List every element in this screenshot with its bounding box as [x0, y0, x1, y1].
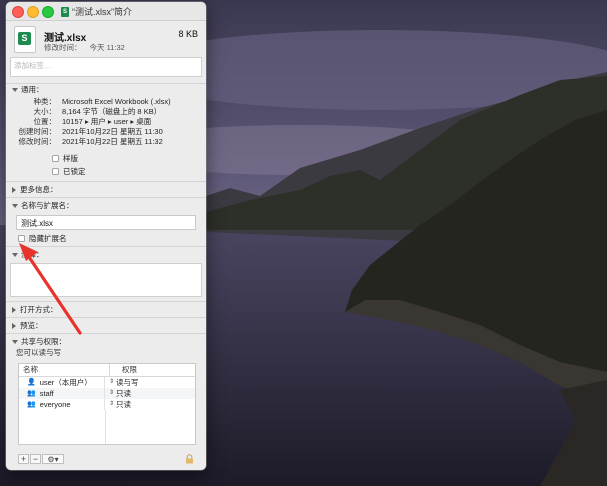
preview-header-label: 预览：	[20, 321, 43, 330]
col-name-header[interactable]: 名称	[19, 364, 110, 376]
get-info-window: S “测试.xlsx”简介 S 测试.xlsx 8 KB 修改时间： 今天 11:…	[6, 2, 206, 470]
hide-extension-checkbox[interactable]	[18, 235, 25, 242]
preview-section: 预览：	[6, 317, 206, 333]
general-header[interactable]: 通用：	[6, 84, 206, 95]
title-bar[interactable]: S “测试.xlsx”简介	[6, 2, 206, 21]
excel-file-icon: S	[14, 26, 36, 53]
tags-input[interactable]: 添加标签…	[10, 57, 202, 77]
disclosure-right-icon[interactable]	[12, 322, 16, 329]
created-label: 创建时间：	[18, 127, 57, 136]
modified-label: 修改时间：	[44, 43, 82, 52]
created-value: 2021年10月22日 星期五 11:30	[62, 127, 163, 136]
permissions-table-header: 名称 权限	[19, 364, 195, 377]
where-label: 位置：	[33, 117, 57, 126]
close-button[interactable]	[12, 6, 24, 18]
modified-row-value: 2021年10月22日 星期五 11:32	[62, 137, 163, 146]
more-info-header-label: 更多信息：	[20, 185, 58, 194]
excel-badge: S	[18, 32, 31, 45]
info-row-modified: 修改时间： 2021年10月22日 星期五 11:32	[6, 137, 206, 147]
kind-label: 种类：	[33, 97, 57, 106]
col-priv-header[interactable]: 权限	[110, 364, 137, 376]
file-size: 8 KB	[178, 29, 198, 39]
file-header: S 测试.xlsx 8 KB 修改时间： 今天 11:32	[6, 21, 206, 55]
row-name: staff	[39, 389, 54, 398]
kind-value: Microsoft Excel Workbook (.xlsx)	[62, 97, 171, 106]
comments-section: 注释：	[6, 246, 206, 297]
name-ext-section: 名称与扩展名： 测试.xlsx 隐藏扩展名	[6, 197, 206, 244]
locked-label: 已锁定	[63, 167, 86, 176]
sharing-subtitle: 您可以读与写	[16, 348, 61, 357]
sharing-header[interactable]: 共享与权限：	[6, 336, 206, 347]
info-row-where: 位置： 10157 ▸ 用户 ▸ user ▸ 桌面	[6, 117, 206, 127]
action-menu-button[interactable]: ⚙▾	[42, 453, 64, 464]
permissions-table: 名称 权限 👤 user（本用户） ⇕ 读与写 👥 staff ⇕ 只读 👥 everyo…	[18, 363, 196, 445]
size-label: 大小：	[33, 107, 57, 116]
column-divider	[105, 410, 106, 444]
disclosure-down-icon[interactable]	[12, 339, 18, 344]
name-ext-header[interactable]: 名称与扩展名：	[6, 200, 206, 211]
locked-checkbox[interactable]	[52, 168, 59, 175]
info-row-created: 创建时间： 2021年10月22日 星期五 11:30	[6, 127, 206, 137]
add-user-button[interactable]: +	[18, 453, 29, 464]
updown-arrows-icon[interactable]: ⇕	[109, 377, 114, 388]
more-info-section: 更多信息：	[6, 181, 206, 197]
where-value: 10157 ▸ 用户 ▸ user ▸ 桌面	[62, 117, 152, 126]
modified-row-label: 修改时间：	[18, 137, 57, 146]
locked-checkbox-row[interactable]: 已锁定	[52, 166, 206, 177]
disclosure-right-icon[interactable]	[12, 186, 16, 193]
gear-icon: ⚙▾	[47, 454, 59, 464]
row-name: everyone	[39, 400, 71, 409]
comments-header-label: 注释：	[21, 250, 44, 259]
size-value: 8,164 字节（磁盘上的 8 KB）	[62, 107, 162, 116]
group-icon: 👥	[27, 390, 36, 397]
disclosure-right-icon[interactable]	[12, 306, 16, 313]
window-title-text: “测试.xlsx”简介	[72, 7, 132, 17]
file-modified: 修改时间： 今天 11:32	[44, 42, 133, 53]
updown-arrows-icon[interactable]: ⇕	[109, 388, 114, 399]
row-privilege[interactable]: 只读	[116, 399, 131, 410]
modified-value: 今天 11:32	[89, 43, 125, 52]
disclosure-down-icon[interactable]	[12, 87, 18, 92]
row-name: user（本用户）	[39, 378, 92, 387]
info-row-size: 大小： 8,164 字节（磁盘上的 8 KB）	[6, 107, 206, 117]
updown-arrows-icon[interactable]: ⇕	[109, 399, 114, 410]
hide-extension-label: 隐藏扩展名	[29, 234, 67, 243]
stationery-checkbox-row[interactable]: 样版	[52, 153, 206, 164]
sharing-header-label: 共享与权限：	[21, 337, 66, 346]
comments-textarea[interactable]	[10, 263, 202, 297]
group-icon: 👥	[27, 401, 36, 408]
row-privilege[interactable]: 读与写	[116, 377, 139, 388]
excel-file-small-icon: S	[61, 6, 69, 17]
table-row[interactable]: 👥 everyone ⇕ 只读	[19, 399, 195, 410]
open-with-header[interactable]: 打开方式：	[6, 304, 206, 315]
permissions-toolbar: + − ⚙▾	[18, 453, 198, 464]
user-icon: 👤	[27, 379, 36, 386]
sharing-section: 共享与权限： 您可以读与写 名称 权限 👤 user（本用户） ⇕ 读与写 👥 sta…	[6, 333, 206, 445]
stationery-label: 样版	[63, 154, 78, 163]
open-with-header-label: 打开方式：	[20, 305, 58, 314]
general-section: 通用： 种类： Microsoft Excel Workbook (.xlsx) …	[6, 83, 206, 181]
info-row-kind: 种类： Microsoft Excel Workbook (.xlsx)	[6, 97, 206, 107]
table-row[interactable]: 👥 staff ⇕ 只读	[19, 388, 195, 399]
stationery-checkbox[interactable]	[52, 155, 59, 162]
permissions-rows: 👤 user（本用户） ⇕ 读与写 👥 staff ⇕ 只读 👥 everyone ⇕ 只读	[19, 377, 195, 410]
preview-header[interactable]: 预览：	[6, 320, 206, 331]
disclosure-down-icon[interactable]	[12, 252, 18, 257]
hide-extension-row[interactable]: 隐藏扩展名	[6, 233, 206, 244]
lock-icon[interactable]	[185, 454, 194, 464]
general-header-label: 通用：	[21, 85, 44, 94]
open-with-section: 打开方式：	[6, 301, 206, 317]
more-info-header[interactable]: 更多信息：	[6, 184, 206, 195]
row-privilege[interactable]: 只读	[116, 388, 131, 399]
disclosure-down-icon[interactable]	[12, 203, 18, 208]
table-row[interactable]: 👤 user（本用户） ⇕ 读与写	[19, 377, 195, 388]
comments-header[interactable]: 注释：	[6, 249, 206, 260]
minimize-button[interactable]	[27, 6, 39, 18]
name-ext-header-label: 名称与扩展名：	[21, 201, 74, 210]
zoom-button[interactable]	[42, 6, 54, 18]
name-field[interactable]: 测试.xlsx	[16, 215, 196, 230]
remove-user-button[interactable]: −	[30, 453, 41, 464]
window-title: S “测试.xlsx”简介	[61, 5, 132, 18]
